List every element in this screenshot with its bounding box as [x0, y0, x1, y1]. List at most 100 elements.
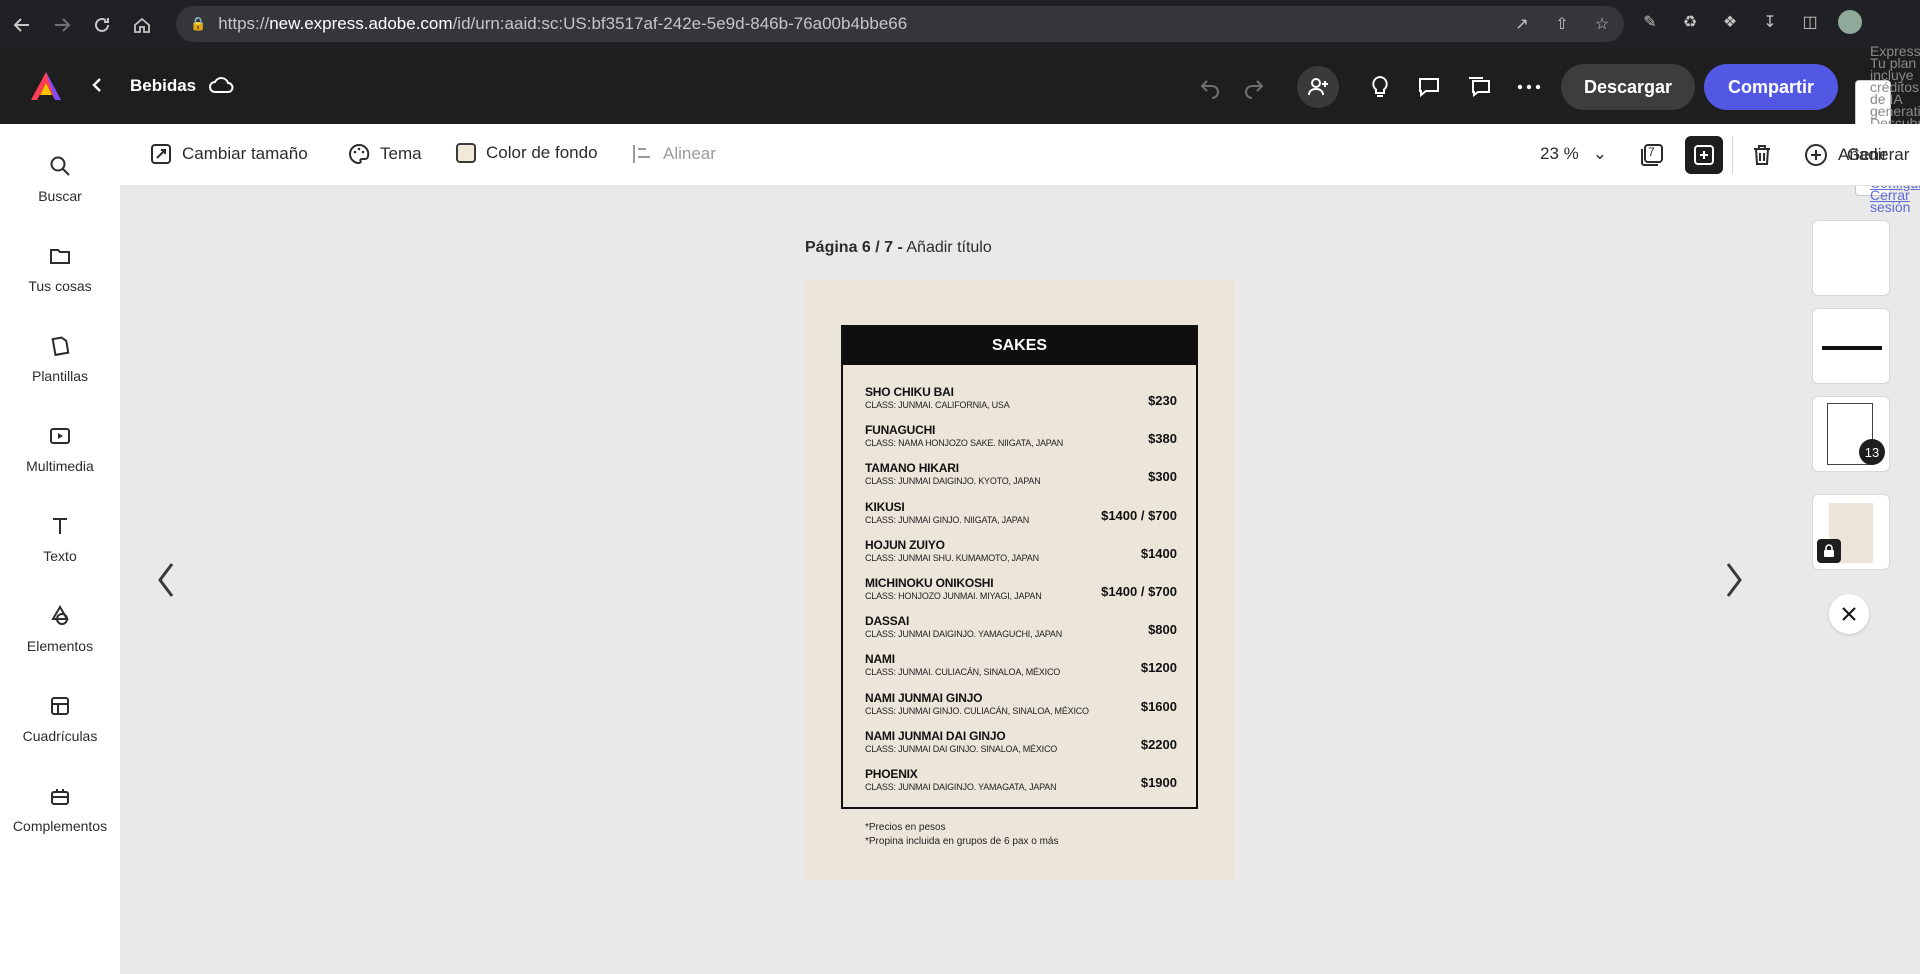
forward-arrow-icon[interactable] — [44, 7, 80, 43]
comment-icon[interactable] — [1415, 73, 1443, 101]
align-button[interactable]: Alinear — [631, 143, 716, 165]
left-rail: Buscar Tus cosas Plantillas Multimedia T… — [0, 124, 120, 974]
back-chevron-icon[interactable] — [90, 75, 104, 95]
undo-icon[interactable] — [1196, 73, 1224, 101]
sake-class: CLASS: NAMA HONJOZO SAKE. NIIGATA, JAPAN — [865, 438, 1064, 449]
editor-toolbar: Cambiar tamaño Tema Color de fondo Aline… — [120, 124, 1920, 186]
thumbnail-line — [1822, 346, 1882, 350]
page-options-button[interactable] — [1685, 136, 1723, 174]
zoom-control[interactable]: 23 % ⌄ — [1540, 144, 1607, 164]
sake-name: NAMI JUNMAI GINJO — [865, 690, 983, 705]
rail-label: Plantillas — [31, 368, 89, 384]
sake-name: NAMI — [865, 652, 895, 667]
bookmark-star-icon[interactable]: ☆ — [1590, 12, 1614, 36]
home-icon[interactable] — [124, 7, 160, 43]
zoom-value: 23 % — [1540, 144, 1579, 163]
layers-button[interactable]: 7 — [1637, 140, 1667, 170]
reload-icon[interactable] — [84, 7, 120, 43]
sake-name: HOJUN ZUIYO — [865, 537, 945, 552]
rail-item-text[interactable]: Texto — [0, 508, 120, 588]
sake-price: $1400 — [1140, 545, 1177, 561]
page-thumbnail[interactable] — [1812, 220, 1890, 296]
toolbar-divider — [1732, 136, 1733, 174]
back-arrow-icon[interactable] — [4, 7, 40, 43]
sake-name: NAMI JUNMAI DAI GINJO — [865, 728, 1006, 743]
side-panel-icon[interactable]: ◫ — [1798, 10, 1822, 34]
browser-toolbar: 🔒 https://new.express.adobe.com/id/urn:a… — [0, 0, 1920, 49]
sake-class: CLASS: JUNMAI. CULIACÁN, SINALOA, MÉXICO — [865, 667, 1061, 678]
page-thumbnail[interactable] — [1812, 308, 1890, 384]
review-comments-icon[interactable] — [1465, 73, 1493, 101]
rail-item-your-stuff[interactable]: Tus cosas — [0, 238, 120, 318]
sake-name: SHO CHIKU BAI — [865, 385, 954, 399]
lock-icon — [1817, 539, 1841, 563]
rail-label: Tus cosas — [28, 278, 92, 294]
design-page[interactable]: SAKES SHO CHIKU BAI CLASS: JUNMAI. CALIFO… — [805, 280, 1234, 880]
rail-label: Multimedia — [26, 458, 94, 474]
sign-out-link[interactable]: Cerrar sesión — [1870, 187, 1910, 213]
adobe-express-logo[interactable] — [30, 71, 62, 101]
sake-name: DASSAI — [865, 614, 910, 629]
text-icon — [53, 518, 67, 534]
rail-item-grids[interactable]: Cuadrículas — [0, 688, 120, 768]
recycle-extension-icon[interactable]: ♻ — [1678, 10, 1702, 34]
sake-price: $2200 — [1140, 736, 1177, 752]
share-page-icon[interactable]: ⇧ — [1550, 12, 1574, 36]
theme-button[interactable]: Tema — [348, 143, 422, 165]
rail-item-search[interactable]: Buscar — [0, 148, 120, 228]
background-color-swatch — [456, 143, 476, 163]
previous-page-arrow-icon[interactable] — [154, 560, 178, 600]
sake-name: PHOENIX — [865, 767, 918, 781]
addons-icon — [51, 789, 69, 805]
lightbulb-icon[interactable] — [1366, 73, 1394, 101]
cloud-sync-icon[interactable] — [208, 74, 236, 96]
rail-item-media[interactable]: Multimedia — [0, 418, 120, 498]
rail-label: Buscar — [38, 188, 82, 204]
close-panel-button[interactable] — [1829, 594, 1869, 634]
sake-price: $1200 — [1140, 660, 1177, 676]
sake-price: $1400 / $700 — [1101, 584, 1177, 599]
folder-icon — [50, 249, 70, 264]
page-options-icon — [1694, 145, 1714, 165]
background-color-button[interactable]: Color de fondo — [456, 143, 598, 163]
page-label[interactable]: Página 6 / 7 - Añadir título — [805, 239, 992, 257]
rail-item-templates[interactable]: Plantillas — [0, 328, 120, 408]
page-title-placeholder[interactable]: Añadir título — [906, 239, 991, 256]
next-page-arrow-icon[interactable] — [1722, 560, 1746, 600]
menu-item: NAMI JUNMAI DAI GINJO CLASS: JUNMAI DAI G… — [865, 729, 1177, 763]
resize-button[interactable]: Cambiar tamaño — [150, 143, 308, 165]
redo-icon[interactable] — [1240, 73, 1268, 101]
templates-icon — [51, 336, 70, 357]
sake-class: CLASS: JUNMAI DAIGINJO. YAMAGATA, JAPAN — [865, 782, 1057, 792]
delete-button[interactable] — [1747, 140, 1777, 170]
rail-item-addons[interactable]: Complementos — [0, 778, 120, 858]
add-page-button[interactable]: Añadir Generar — [1804, 143, 1909, 167]
menu-heading: SAKES — [843, 327, 1196, 365]
align-icon — [633, 145, 650, 163]
sake-class: CLASS: JUNMAI DAIGINJO. KYOTO, JAPAN — [865, 476, 1041, 487]
rail-item-elements[interactable]: Elementos — [0, 598, 120, 678]
open-external-icon[interactable]: ↗ — [1510, 12, 1534, 36]
address-bar[interactable]: 🔒 https://new.express.adobe.com/id/urn:a… — [176, 6, 1624, 42]
sake-menu-box: SAKES SHO CHIKU BAI CLASS: JUNMAI. CALIFO… — [841, 325, 1198, 809]
document-title[interactable]: Bebidas — [130, 76, 196, 96]
grid-icon — [51, 697, 69, 715]
invite-people-icon[interactable] — [1297, 66, 1339, 108]
page-thumbnail[interactable]: 13 — [1812, 396, 1890, 472]
page-thumbnail[interactable] — [1812, 494, 1890, 570]
eyedropper-extension-icon[interactable]: ✎ — [1638, 10, 1662, 34]
generate-overflow-text: Generar — [1847, 145, 1910, 164]
menu-item: HOJUN ZUIYO CLASS: JUNMAI SHU. KUMAMOTO, … — [865, 538, 1177, 572]
extensions-puzzle-icon[interactable]: ❖ — [1718, 10, 1742, 34]
url-text: https://new.express.adobe.com/id/urn:aai… — [218, 14, 908, 33]
profile-avatar[interactable] — [1838, 10, 1862, 34]
chevron-down-icon: ⌄ — [1592, 144, 1607, 163]
download-button[interactable]: Descargar — [1561, 64, 1695, 110]
rail-label: Complementos — [12, 818, 108, 834]
sake-price: $380 — [1148, 431, 1177, 447]
note-line: *Precios en pesos — [865, 822, 946, 833]
more-options-icon[interactable] — [1515, 73, 1543, 101]
download-icon[interactable]: ↧ — [1758, 10, 1782, 34]
layers-count: 7 — [1648, 145, 1655, 159]
share-button[interactable]: Compartir — [1704, 64, 1838, 110]
